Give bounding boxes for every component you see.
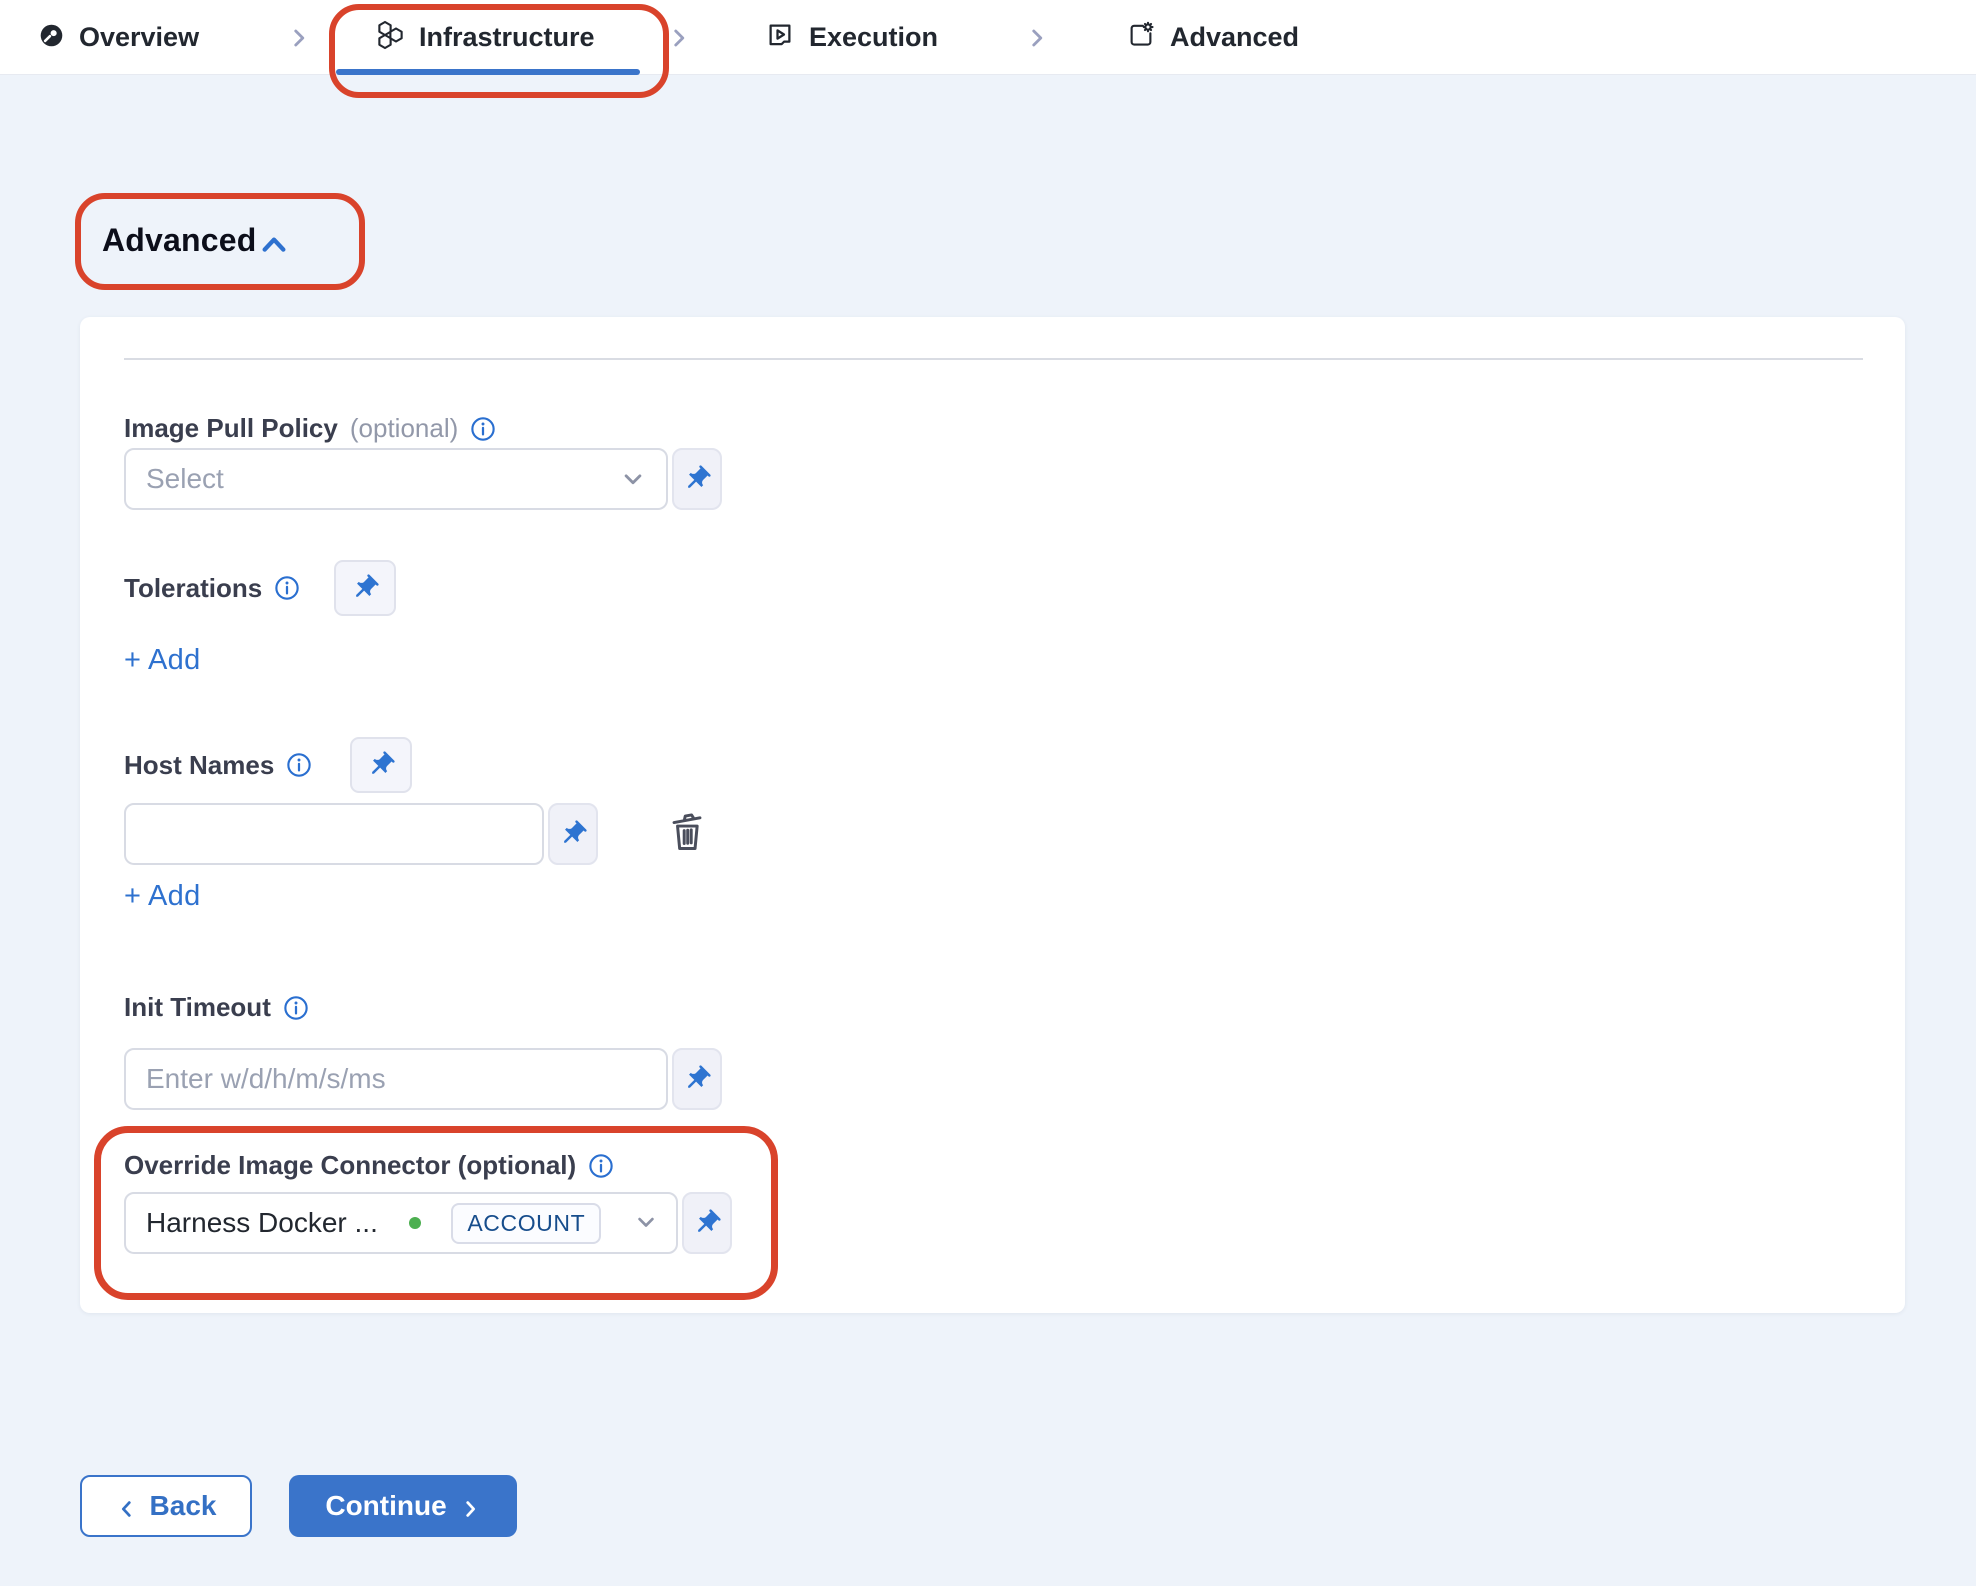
init-timeout-control — [124, 1048, 722, 1110]
tolerations-label: Tolerations — [124, 573, 262, 604]
advanced-section-title: Advanced — [102, 222, 257, 259]
back-button[interactable]: Back — [80, 1475, 252, 1537]
override-image-connector-control: Harness Docker ... ACCOUNT — [124, 1192, 732, 1254]
image-pull-policy-label: Image Pull Policy — [124, 413, 338, 444]
init-timeout-input-wrap — [124, 1048, 668, 1110]
image-pull-policy-control: Select — [124, 448, 722, 510]
host-names-label-row: Host Names — [124, 737, 412, 793]
connector-status-dot — [409, 1217, 421, 1229]
image-pull-policy-label-row: Image Pull Policy (optional) — [124, 413, 496, 444]
chevron-right-icon — [666, 25, 692, 51]
connector-scope-badge: ACCOUNT — [451, 1203, 601, 1244]
image-pull-policy-select[interactable]: Select — [124, 448, 668, 510]
tab-execution[interactable]: Execution — [765, 0, 938, 75]
host-names-label: Host Names — [124, 750, 274, 781]
host-names-add-button[interactable]: + Add — [124, 880, 201, 913]
chevron-right-icon — [1024, 25, 1050, 51]
host-names-input-wrap — [124, 803, 544, 865]
tab-execution-label: Execution — [809, 22, 938, 53]
image-pull-policy-pin-button[interactable] — [672, 448, 722, 510]
override-image-connector-pin-button[interactable] — [682, 1192, 732, 1254]
advanced-gear-icon — [1126, 20, 1156, 55]
pin-icon — [682, 464, 712, 494]
page: Overview Infrastructure — [0, 0, 1976, 1586]
execution-icon — [765, 20, 795, 55]
continue-button[interactable]: Continue — [289, 1475, 517, 1537]
tolerations-label-row: Tolerations — [124, 560, 396, 616]
tab-infrastructure[interactable]: Infrastructure — [375, 0, 595, 75]
back-button-label: Back — [150, 1490, 217, 1522]
chevron-down-icon — [632, 1208, 662, 1238]
infrastructure-icon — [375, 20, 405, 55]
collapse-chevron-up-icon[interactable] — [259, 231, 289, 257]
host-names-delete-button[interactable] — [665, 807, 709, 861]
override-image-connector-label: Override Image Connector (optional) — [124, 1150, 576, 1181]
trash-icon — [666, 807, 708, 862]
stage-tabs-bar: Overview Infrastructure — [0, 0, 1976, 75]
host-names-input-pin-button[interactable] — [548, 803, 598, 865]
init-timeout-input[interactable] — [146, 1050, 654, 1108]
continue-button-label: Continue — [325, 1490, 446, 1522]
pin-icon — [682, 1064, 712, 1094]
init-timeout-label-row: Init Timeout — [124, 992, 309, 1023]
host-names-control — [124, 803, 598, 865]
info-icon[interactable] — [470, 416, 496, 442]
advanced-section-header: Advanced — [102, 222, 289, 259]
tab-advanced-label: Advanced — [1170, 22, 1299, 53]
tab-overview-label: Overview — [79, 22, 199, 53]
host-names-pin-button[interactable] — [350, 737, 412, 793]
pin-icon — [366, 750, 396, 780]
chevron-right-icon — [459, 1495, 481, 1517]
info-icon[interactable] — [274, 575, 300, 601]
pin-icon — [692, 1208, 722, 1238]
host-names-input[interactable] — [146, 805, 530, 863]
active-tab-underline — [336, 69, 640, 75]
connector-value: Harness Docker ... — [146, 1207, 378, 1239]
divider — [124, 358, 1863, 360]
info-icon[interactable] — [286, 752, 312, 778]
info-icon[interactable] — [588, 1153, 614, 1179]
tolerations-add-button[interactable]: + Add — [124, 644, 201, 677]
init-timeout-pin-button[interactable] — [672, 1048, 722, 1110]
tab-overview[interactable]: Overview — [38, 0, 199, 75]
pin-icon — [558, 819, 588, 849]
image-pull-policy-optional: (optional) — [350, 413, 458, 444]
advanced-settings-card: Image Pull Policy (optional) Select — [80, 317, 1905, 1313]
pin-icon — [350, 573, 380, 603]
chevron-right-icon — [286, 25, 312, 51]
init-timeout-label: Init Timeout — [124, 992, 271, 1023]
image-pull-policy-select-value: Select — [146, 463, 224, 495]
tab-infrastructure-label: Infrastructure — [419, 22, 595, 53]
override-image-connector-select[interactable]: Harness Docker ... ACCOUNT — [124, 1192, 678, 1254]
chevron-down-icon — [618, 464, 648, 494]
overview-icon — [38, 22, 65, 54]
info-icon[interactable] — [283, 995, 309, 1021]
tab-advanced[interactable]: Advanced — [1126, 0, 1299, 75]
chevron-left-icon — [116, 1495, 138, 1517]
tolerations-pin-button[interactable] — [334, 560, 396, 616]
override-image-connector-label-row: Override Image Connector (optional) — [124, 1150, 614, 1181]
